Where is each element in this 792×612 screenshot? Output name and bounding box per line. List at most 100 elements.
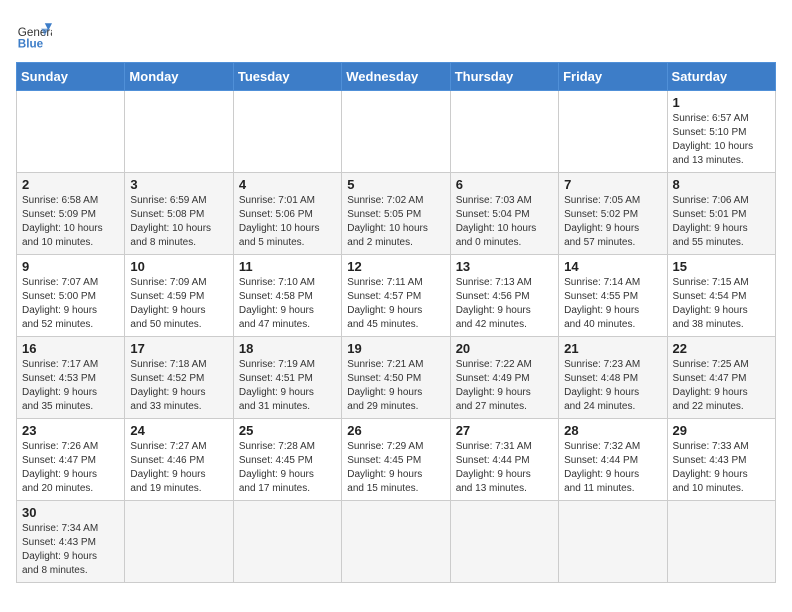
calendar-cell: 11Sunrise: 7:10 AM Sunset: 4:58 PM Dayli… — [233, 255, 341, 337]
calendar-cell: 7Sunrise: 7:05 AM Sunset: 5:02 PM Daylig… — [559, 173, 667, 255]
calendar-week-2: 9Sunrise: 7:07 AM Sunset: 5:00 PM Daylig… — [17, 255, 776, 337]
day-number: 6 — [456, 177, 553, 192]
day-info: Sunrise: 7:29 AM Sunset: 4:45 PM Dayligh… — [347, 440, 444, 496]
calendar-cell: 17Sunrise: 7:18 AM Sunset: 4:52 PM Dayli… — [125, 337, 233, 419]
day-number: 5 — [347, 177, 444, 192]
calendar-cell: 18 Sunrise: 7:19 AM Sunset: 4:51 PM Dayli… — [233, 337, 341, 419]
day-number: 12 — [347, 259, 444, 274]
svg-text:Blue: Blue — [18, 38, 44, 51]
day-number: 8 — [673, 177, 770, 192]
day-info: Sunrise: 7:02 AM Sunset: 5:05 PM Dayligh… — [347, 194, 444, 250]
calendar-cell: 4Sunrise: 7:01 AM Sunset: 5:06 PM Daylig… — [233, 173, 341, 255]
calendar-week-5: 30Sunrise: 7:34 AM Sunset: 4:43 PM Dayli… — [17, 501, 776, 583]
day-info: Sunrise: 7:09 AM Sunset: 4:59 PM Dayligh… — [130, 276, 227, 332]
day-info: Sunrise: 7:23 AM Sunset: 4:48 PM Dayligh… — [564, 358, 661, 414]
day-info: Sunrise: 7:32 AM Sunset: 4:44 PM Dayligh… — [564, 440, 661, 496]
logo-icon: General Blue — [16, 16, 52, 52]
weekday-header-friday: Friday — [559, 63, 667, 91]
day-number: 11 — [239, 259, 336, 274]
weekday-header-thursday: Thursday — [450, 63, 558, 91]
day-info: Sunrise: 7:11 AM Sunset: 4:57 PM Dayligh… — [347, 276, 444, 332]
day-number: 29 — [673, 423, 770, 438]
day-info: Sunrise: 7:19 AM Sunset: 4:51 PM Dayligh… — [239, 358, 336, 414]
day-number: 4 — [239, 177, 336, 192]
calendar-cell: 5 Sunrise: 7:02 AM Sunset: 5:05 PM Daylig… — [342, 173, 450, 255]
weekday-header-monday: Monday — [125, 63, 233, 91]
day-info: Sunrise: 6:59 AM Sunset: 5:08 PM Dayligh… — [130, 194, 227, 250]
calendar-cell: 2 Sunrise: 6:58 AM Sunset: 5:09 PM Daylig… — [17, 173, 125, 255]
weekday-header-row: SundayMondayTuesdayWednesdayThursdayFrid… — [17, 63, 776, 91]
day-info: Sunrise: 7:07 AM Sunset: 5:00 PM Dayligh… — [22, 276, 119, 332]
day-number: 18 — [239, 341, 336, 356]
calendar-cell: 14Sunrise: 7:14 AM Sunset: 4:55 PM Dayli… — [559, 255, 667, 337]
calendar-cell — [342, 91, 450, 173]
day-info: Sunrise: 7:28 AM Sunset: 4:45 PM Dayligh… — [239, 440, 336, 496]
day-info: Sunrise: 7:26 AM Sunset: 4:47 PM Dayligh… — [22, 440, 119, 496]
logo: General Blue — [16, 16, 52, 52]
calendar-cell — [233, 501, 341, 583]
page-header: General Blue — [16, 16, 776, 52]
day-number: 25 — [239, 423, 336, 438]
day-info: Sunrise: 7:22 AM Sunset: 4:49 PM Dayligh… — [456, 358, 553, 414]
day-number: 22 — [673, 341, 770, 356]
calendar-cell: 26 Sunrise: 7:29 AM Sunset: 4:45 PM Dayli… — [342, 419, 450, 501]
calendar-cell: 13 Sunrise: 7:13 AM Sunset: 4:56 PM Dayli… — [450, 255, 558, 337]
day-number: 23 — [22, 423, 119, 438]
day-info: Sunrise: 7:21 AM Sunset: 4:50 PM Dayligh… — [347, 358, 444, 414]
day-number: 20 — [456, 341, 553, 356]
calendar-cell: 23 Sunrise: 7:26 AM Sunset: 4:47 PM Dayli… — [17, 419, 125, 501]
day-info: Sunrise: 7:31 AM Sunset: 4:44 PM Dayligh… — [456, 440, 553, 496]
calendar-cell: 15 Sunrise: 7:15 AM Sunset: 4:54 PM Dayli… — [667, 255, 775, 337]
day-number: 14 — [564, 259, 661, 274]
calendar-cell: 12 Sunrise: 7:11 AM Sunset: 4:57 PM Dayli… — [342, 255, 450, 337]
calendar-cell — [450, 501, 558, 583]
calendar-cell: 28Sunrise: 7:32 AM Sunset: 4:44 PM Dayli… — [559, 419, 667, 501]
day-info: Sunrise: 7:15 AM Sunset: 4:54 PM Dayligh… — [673, 276, 770, 332]
day-number: 26 — [347, 423, 444, 438]
calendar-cell: 22 Sunrise: 7:25 AM Sunset: 4:47 PM Dayli… — [667, 337, 775, 419]
day-info: Sunrise: 6:57 AM Sunset: 5:10 PM Dayligh… — [673, 112, 770, 168]
calendar-cell: 24 Sunrise: 7:27 AM Sunset: 4:46 PM Dayli… — [125, 419, 233, 501]
calendar-cell — [559, 501, 667, 583]
day-info: Sunrise: 7:03 AM Sunset: 5:04 PM Dayligh… — [456, 194, 553, 250]
day-info: Sunrise: 7:17 AM Sunset: 4:53 PM Dayligh… — [22, 358, 119, 414]
day-info: Sunrise: 7:13 AM Sunset: 4:56 PM Dayligh… — [456, 276, 553, 332]
calendar-cell: 29 Sunrise: 7:33 AM Sunset: 4:43 PM Dayli… — [667, 419, 775, 501]
day-info: Sunrise: 7:34 AM Sunset: 4:43 PM Dayligh… — [22, 522, 119, 578]
day-info: Sunrise: 6:58 AM Sunset: 5:09 PM Dayligh… — [22, 194, 119, 250]
calendar-cell — [342, 501, 450, 583]
day-info: Sunrise: 7:25 AM Sunset: 4:47 PM Dayligh… — [673, 358, 770, 414]
calendar-cell: 21Sunrise: 7:23 AM Sunset: 4:48 PM Dayli… — [559, 337, 667, 419]
day-info: Sunrise: 7:33 AM Sunset: 4:43 PM Dayligh… — [673, 440, 770, 496]
calendar-cell — [559, 91, 667, 173]
weekday-header-saturday: Saturday — [667, 63, 775, 91]
day-number: 24 — [130, 423, 227, 438]
calendar-cell: 9Sunrise: 7:07 AM Sunset: 5:00 PM Daylig… — [17, 255, 125, 337]
day-info: Sunrise: 7:27 AM Sunset: 4:46 PM Dayligh… — [130, 440, 227, 496]
weekday-header-wednesday: Wednesday — [342, 63, 450, 91]
calendar-cell: 8Sunrise: 7:06 AM Sunset: 5:01 PM Daylig… — [667, 173, 775, 255]
calendar-cell — [233, 91, 341, 173]
calendar-cell: 1 Sunrise: 6:57 AM Sunset: 5:10 PM Daylig… — [667, 91, 775, 173]
calendar-cell — [17, 91, 125, 173]
day-number: 15 — [673, 259, 770, 274]
day-number: 2 — [22, 177, 119, 192]
calendar-cell: 16Sunrise: 7:17 AM Sunset: 4:53 PM Dayli… — [17, 337, 125, 419]
day-number: 7 — [564, 177, 661, 192]
weekday-header-sunday: Sunday — [17, 63, 125, 91]
calendar-cell: 10Sunrise: 7:09 AM Sunset: 4:59 PM Dayli… — [125, 255, 233, 337]
day-number: 13 — [456, 259, 553, 274]
calendar-cell: 25 Sunrise: 7:28 AM Sunset: 4:45 PM Dayli… — [233, 419, 341, 501]
calendar-cell: 20 Sunrise: 7:22 AM Sunset: 4:49 PM Dayli… — [450, 337, 558, 419]
calendar-week-4: 23 Sunrise: 7:26 AM Sunset: 4:47 PM Dayli… — [17, 419, 776, 501]
calendar-cell: 27Sunrise: 7:31 AM Sunset: 4:44 PM Dayli… — [450, 419, 558, 501]
calendar-cell: 19 Sunrise: 7:21 AM Sunset: 4:50 PM Dayli… — [342, 337, 450, 419]
calendar-cell — [667, 501, 775, 583]
weekday-header-tuesday: Tuesday — [233, 63, 341, 91]
day-number: 3 — [130, 177, 227, 192]
calendar-cell: 3 Sunrise: 6:59 AM Sunset: 5:08 PM Daylig… — [125, 173, 233, 255]
day-number: 1 — [673, 95, 770, 110]
day-number: 17 — [130, 341, 227, 356]
calendar-cell: 30Sunrise: 7:34 AM Sunset: 4:43 PM Dayli… — [17, 501, 125, 583]
day-number: 19 — [347, 341, 444, 356]
